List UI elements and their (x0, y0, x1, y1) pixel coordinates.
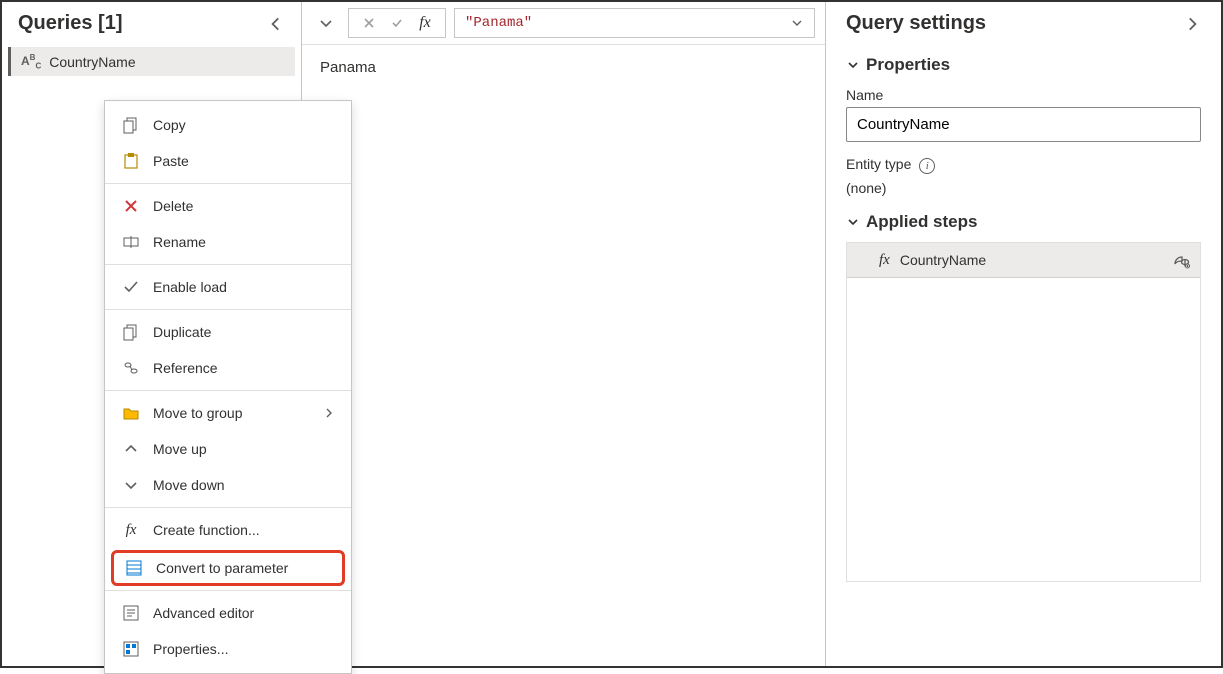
name-label: Name (846, 81, 1201, 107)
ctx-create-function[interactable]: fx Create function... (105, 512, 351, 548)
settings-header-title: Query settings (846, 12, 986, 35)
formula-input[interactable]: "Panama" (454, 8, 815, 38)
reference-icon (121, 358, 141, 378)
name-input[interactable] (846, 107, 1201, 142)
formula-bar: fx "Panama" (302, 2, 825, 45)
ctx-convert-to-parameter[interactable]: Convert to parameter (111, 550, 345, 586)
formula-commit-button[interactable] (383, 9, 411, 37)
formula-cancel-button[interactable] (355, 9, 383, 37)
ctx-properties[interactable]: Properties... (105, 631, 351, 667)
step-settings-icon[interactable] (1172, 251, 1190, 269)
delete-icon (121, 196, 141, 216)
copy-icon (121, 115, 141, 135)
ctx-delete[interactable]: Delete (105, 188, 351, 224)
checkmark-icon (121, 277, 141, 297)
fx-label-icon: fx (411, 9, 439, 37)
duplicate-icon (121, 322, 141, 342)
ctx-rename[interactable]: Rename (105, 224, 351, 260)
parameter-icon (124, 558, 144, 578)
query-item-label: CountryName (49, 54, 135, 70)
text-type-icon: ABC (21, 53, 41, 70)
ctx-copy[interactable]: Copy (105, 107, 351, 143)
folder-icon (121, 403, 141, 423)
result-value: Panama (320, 59, 376, 76)
fx-icon: fx (879, 252, 890, 269)
chevron-down-icon (121, 475, 141, 495)
properties-section-header[interactable]: Properties (846, 45, 1201, 81)
chevron-up-icon (121, 439, 141, 459)
formula-dropdown-icon[interactable] (790, 16, 804, 30)
step-label: CountryName (900, 252, 986, 268)
properties-icon (121, 639, 141, 659)
info-icon[interactable]: i (919, 158, 935, 174)
entity-type-label: Entity type (846, 156, 911, 172)
ctx-move-down[interactable]: Move down (105, 467, 351, 503)
applied-step-item[interactable]: fx CountryName (847, 243, 1200, 278)
ctx-paste[interactable]: Paste (105, 143, 351, 179)
ctx-move-up[interactable]: Move up (105, 431, 351, 467)
applied-steps-list: fx CountryName (846, 242, 1201, 582)
ctx-duplicate[interactable]: Duplicate (105, 314, 351, 350)
paste-icon (121, 151, 141, 171)
ctx-move-to-group[interactable]: Move to group (105, 395, 351, 431)
query-item[interactable]: ABC CountryName (8, 47, 295, 76)
preview-panel: fx "Panama" Panama (302, 2, 826, 666)
queries-header-title: Queries [1] (18, 12, 122, 35)
queries-collapse-chevron[interactable] (267, 15, 285, 33)
ctx-enable-load[interactable]: Enable load (105, 269, 351, 305)
submenu-chevron-icon (323, 407, 335, 419)
rename-icon (121, 232, 141, 252)
ctx-reference[interactable]: Reference (105, 350, 351, 386)
query-settings-panel: Query settings Properties Name Entity ty… (826, 2, 1221, 666)
formula-expand-button[interactable] (312, 9, 340, 37)
fx-icon: fx (121, 520, 141, 540)
queries-panel: Queries [1] ABC CountryName Copy Paste (2, 2, 302, 666)
applied-steps-section-header[interactable]: Applied steps (846, 202, 1201, 238)
context-menu: Copy Paste Delete Rename (104, 100, 352, 674)
entity-type-value: (none) (846, 178, 1201, 202)
advanced-editor-icon (121, 603, 141, 623)
ctx-advanced-editor[interactable]: Advanced editor (105, 595, 351, 631)
settings-collapse-chevron[interactable] (1183, 15, 1201, 33)
